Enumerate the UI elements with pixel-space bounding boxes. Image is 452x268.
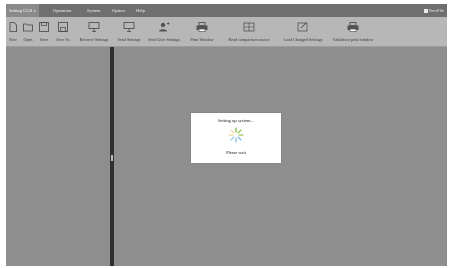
validation-print-window-label: Validation print window [332, 37, 374, 42]
retrieve-settings-button[interactable]: Retrieve Settings [76, 19, 112, 45]
menu-setting-tab[interactable]: Setting GGS x [6, 4, 39, 17]
open-button-label: Open [23, 37, 33, 42]
load-changed-settings-label: Load Changed Settings [283, 37, 323, 42]
save-as-button[interactable]: Save As [53, 19, 73, 45]
validation-print-window-button[interactable]: Validation print window [329, 19, 377, 45]
send-user-settings-label: Send User Settings [148, 37, 180, 42]
retrieve-settings-label: Retrieve Settings [79, 37, 109, 42]
save-as-icon [58, 22, 68, 32]
print-window-label: Print Window [190, 37, 214, 42]
menu-option[interactable]: Option [109, 4, 128, 17]
file-indicator-label: NewFile [428, 8, 444, 13]
comparison-icon [243, 22, 255, 32]
send-icon [123, 22, 135, 32]
send-settings-button[interactable]: Send Settings [116, 19, 142, 45]
save-icon [39, 22, 49, 32]
file-icon [423, 8, 428, 13]
save-button[interactable]: Save [37, 19, 51, 45]
dialog-message: Please wait [226, 150, 246, 155]
progress-dialog: Setting up system... Please wait [191, 113, 281, 163]
print-icon [196, 22, 208, 32]
new-button[interactable]: New [7, 19, 19, 45]
print-validation-icon [347, 22, 359, 32]
send-settings-label: Send Settings [117, 37, 141, 42]
retrieve-icon [88, 22, 100, 32]
send-user-icon [159, 22, 170, 32]
load-changed-icon [297, 22, 308, 32]
open-button[interactable]: Open [20, 19, 36, 45]
save-as-button-label: Save As [56, 37, 70, 42]
loading-spinner-icon [228, 127, 244, 143]
application-window: Setting GGS x Operation System Option He… [6, 4, 447, 266]
menu-bar: Setting GGS x Operation System Option He… [6, 4, 447, 17]
menu-system[interactable]: System [84, 4, 104, 17]
left-panel [8, 47, 110, 266]
read-comparison-source-label: Read comparison source [228, 37, 270, 42]
splitter-grip-icon[interactable] [111, 155, 113, 161]
print-window-button[interactable]: Print Window [187, 19, 217, 45]
new-button-label: New [9, 37, 17, 42]
dialog-title: Setting up system... [217, 118, 255, 123]
send-user-settings-button[interactable]: Send User Settings [146, 19, 182, 45]
open-folder-icon [23, 23, 33, 32]
new-file-icon [9, 22, 17, 32]
menu-help[interactable]: Help [133, 4, 148, 17]
toolbar: New Open Save Save As Retrieve Settings … [6, 17, 447, 47]
read-comparison-source-button[interactable]: Read comparison source [223, 19, 275, 45]
file-indicator: NewFile [423, 4, 444, 17]
save-button-label: Save [39, 37, 49, 42]
load-changed-settings-button[interactable]: Load Changed Settings [279, 19, 327, 45]
menu-operation[interactable]: Operation [50, 4, 74, 17]
